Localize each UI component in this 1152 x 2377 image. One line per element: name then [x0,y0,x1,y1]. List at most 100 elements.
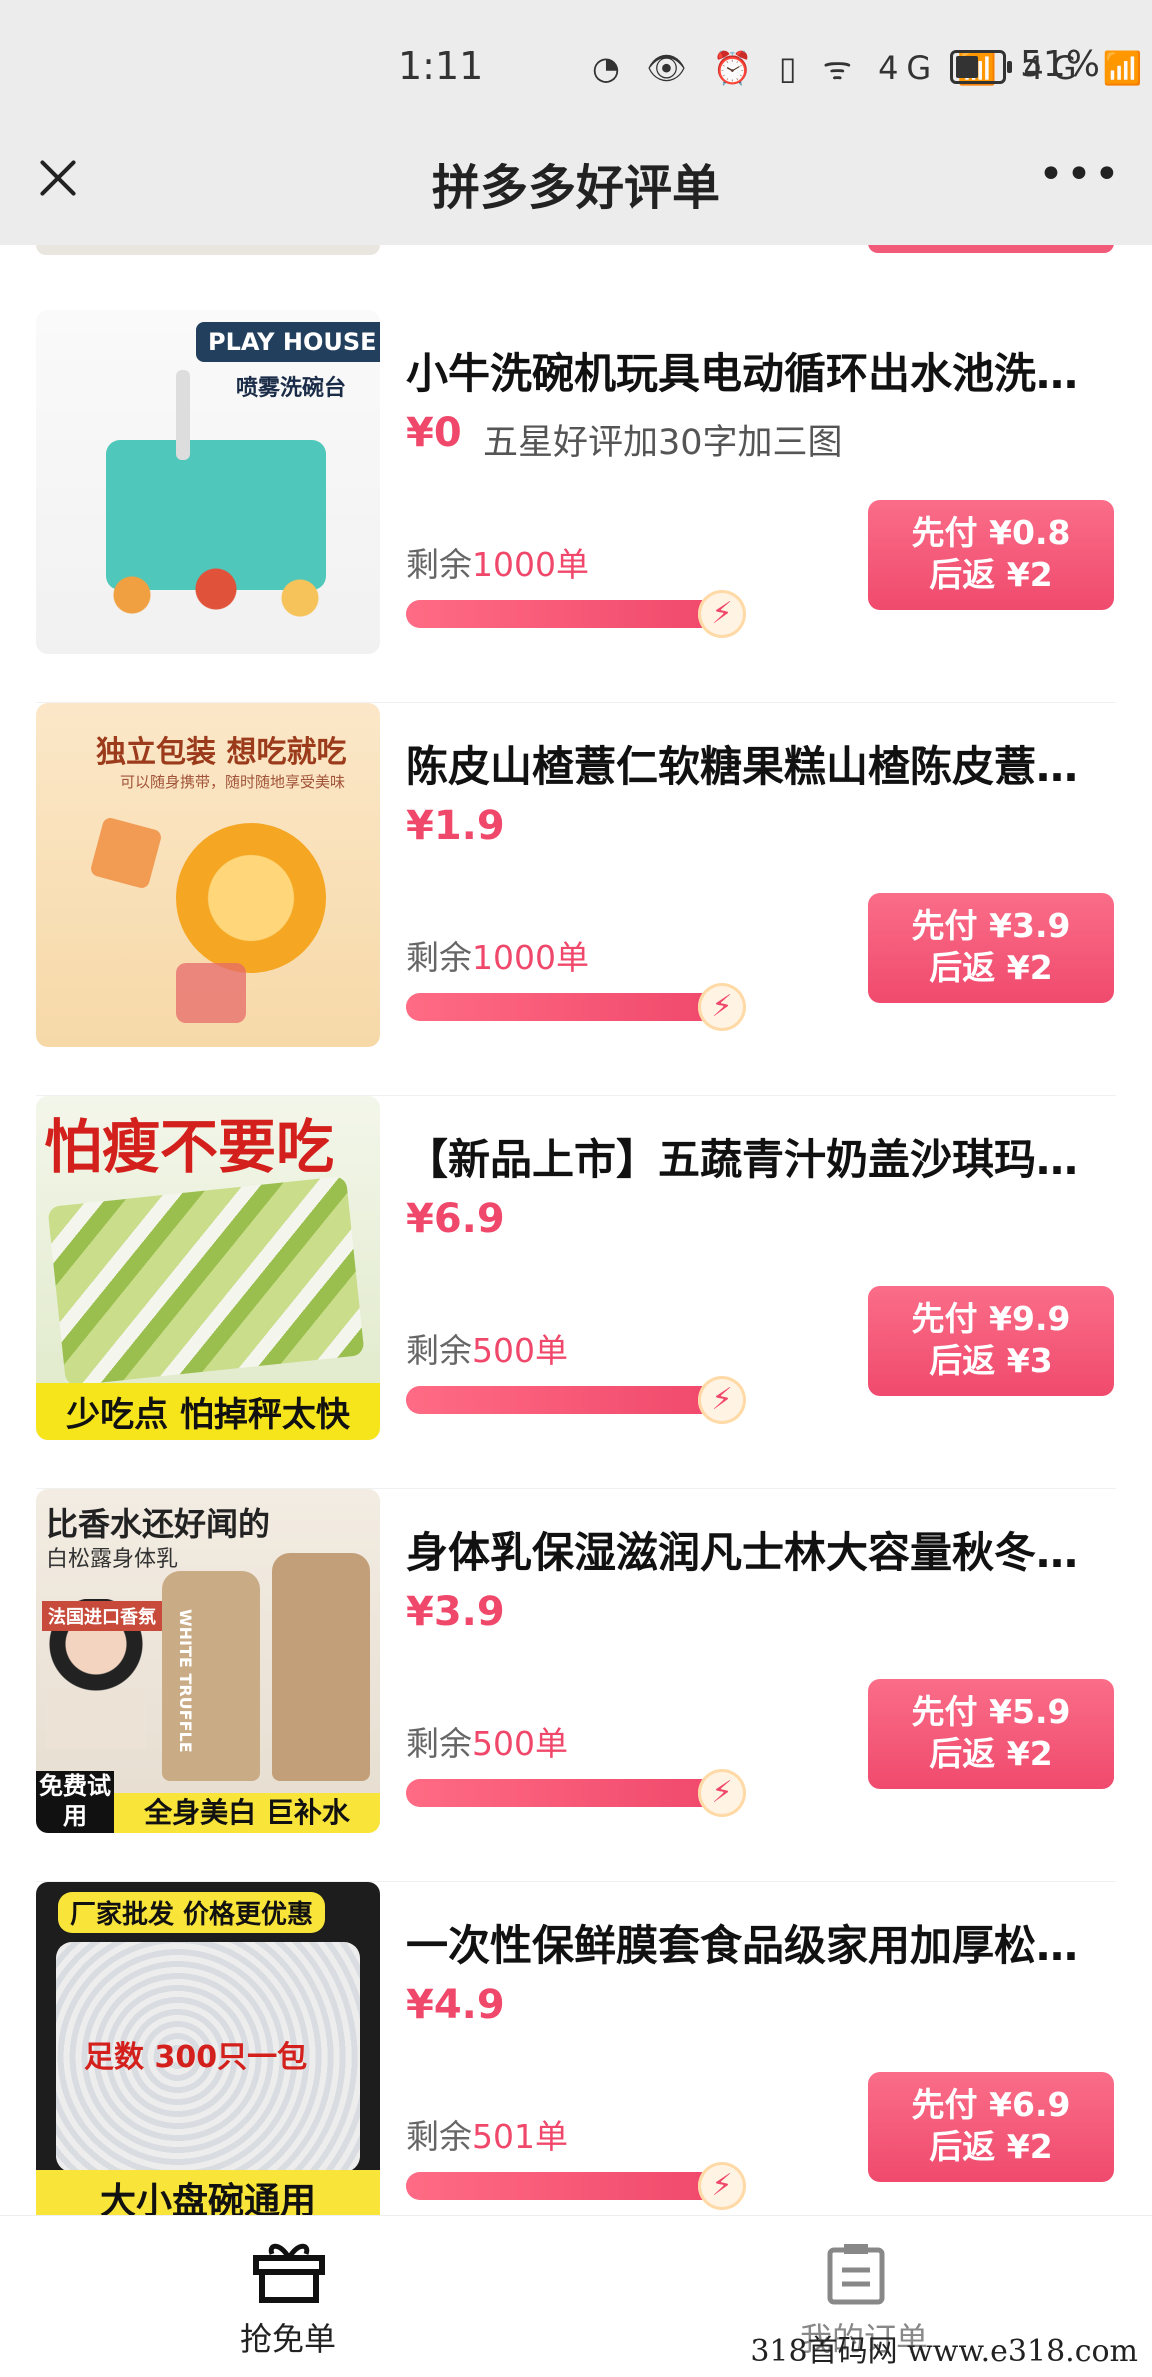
grab-order-button[interactable]: 先付 ¥3.9 后返 ¥2 [868,893,1114,1003]
lightning-icon: ⚡ [698,1376,746,1424]
product-name[interactable]: 一次性保鲜膜套食品级家用加厚松… [406,1912,1106,1973]
page-title: 拼多多好评单 [431,160,720,216]
thumb-tag: PLAY HOUSE [196,322,380,362]
orange-slice-shape [176,823,326,973]
lightning-icon: ⚡ [698,2162,746,2210]
product-name[interactable]: 身体乳保湿滋润凡士林大容量秋冬… [406,1519,1106,1580]
battery-percent: 51% [1020,44,1101,85]
thumb-tag: 大小盘碗通用 [36,2170,380,2215]
button-pay-label: 先付 ¥0.8 [911,513,1071,552]
thumb-tag: 法国进口香氛 [42,1601,162,1631]
list-item[interactable]: 厂家批发 价格更优惠 足数 300只一包 大小盘碗通用 一次性保鲜膜套食品级家用… [0,1882,1152,2215]
remaining-label: 剩余 [406,938,472,977]
thumb-tag: 少吃点 怕掉秤太快 [36,1383,380,1440]
product-price: ¥1.9 [406,803,505,849]
button-refund-label: 后返 ¥2 [929,948,1053,987]
grab-order-button[interactable]: 先付 ¥5.9 后返 ¥2 [868,1679,1114,1789]
progress-fill [406,2172,720,2200]
remaining-label: 剩余 [406,545,472,584]
remaining-count: 剩余500单 [406,1324,568,1372]
button-refund-label: 后返 ¥3 [929,1341,1053,1380]
button-refund-label: 后返 ¥2 [929,1734,1053,1773]
grab-order-button[interactable]: 先付 ¥9.9 后返 ¥3 [868,1286,1114,1396]
list-item[interactable]: 比香水还好闻的 白松露身体乳 法国进口香氛 WHITE TRUFFLE 免费试用… [0,1489,1152,1882]
toy-food-shapes [76,565,356,625]
progress-bar [406,993,736,1021]
top-bar: 1:11 ◔ 👁 ⏰ ▯ ᯤ 4G 📶 4G 📶 51% 拼多多好评单 ••• [0,0,1152,245]
list-item[interactable]: 独立包装 想吃就吃 可以随身携带，随时随地享受美味 陈皮山楂薏仁软糖果糕山楂陈皮… [0,703,1152,1096]
list-item[interactable]: 怕瘦不要吃 少吃点 怕掉秤太快 【新品上市】五蔬青汁奶盖沙琪玛… ¥6.9 剩余… [0,1096,1152,1489]
thumb-tag: 独立包装 想吃就吃 [96,735,347,770]
product-image[interactable]: 怕瘦不要吃 少吃点 怕掉秤太快 [36,1096,380,1440]
grab-order-button[interactable]: 先付 ¥0.8 后返 ¥2 [868,500,1114,610]
thumb-tag: 可以随身携带，随时随地享受美味 [120,773,346,791]
product-name[interactable]: 【新品上市】五蔬青汁奶盖沙琪玛… [406,1126,1106,1187]
status-bar: 1:11 ◔ 👁 ⏰ ▯ ᯤ 4G 📶 4G 📶 51% [0,40,1152,96]
candy-shape [89,816,163,890]
remaining-label: 剩余 [406,1724,472,1763]
lightning-icon: ⚡ [698,983,746,1031]
progress-bar [406,600,736,628]
previous-item-thumb-edge [36,245,380,255]
remaining-number: 501单 [472,2117,568,2156]
thumb-tag: 喷雾洗碗台 [236,376,347,401]
product-list[interactable]: PLAY HOUSE 喷雾洗碗台 小牛洗碗机玩具电动循环出水池洗… ¥0 五星好… [0,245,1152,2215]
previous-item-button-edge[interactable] [868,245,1114,253]
tab-grab-free-order[interactable]: 抢免单 [0,2216,576,2377]
sachima-shape [47,1175,365,1387]
button-pay-label: 先付 ¥3.9 [911,906,1071,945]
remaining-label: 剩余 [406,1331,472,1370]
progress-fill [406,600,720,628]
remaining-number: 1000单 [472,545,589,584]
tab-label: 抢免单 [239,2320,336,2358]
product-image[interactable]: 比香水还好闻的 白松露身体乳 法国进口香氛 WHITE TRUFFLE 免费试用… [36,1489,380,1833]
order-list-icon [827,2244,885,2305]
remaining-count: 剩余1000单 [406,538,589,586]
progress-fill [406,993,720,1021]
thumb-tag: 厂家批发 价格更优惠 [58,1892,326,1933]
progress-bar [406,1386,736,1414]
product-image[interactable]: 厂家批发 价格更优惠 足数 300只一包 大小盘碗通用 [36,1882,380,2215]
progress-bar [406,1779,736,1807]
bottle-shape [272,1553,370,1781]
product-price: ¥6.9 [406,1196,505,1242]
candy-shape [176,963,246,1023]
list-item[interactable]: PLAY HOUSE 喷雾洗碗台 小牛洗碗机玩具电动循环出水池洗… ¥0 五星好… [0,310,1152,703]
button-pay-label: 先付 ¥6.9 [911,2085,1071,2124]
progress-fill [406,1779,720,1807]
progress-bar [406,2172,736,2200]
battery-fill [956,56,979,78]
remaining-label: 剩余 [406,2117,472,2156]
thumb-tag: 白松露身体乳 [46,1547,179,1572]
thumb-tag: 全身美白 巨补水 [114,1793,380,1833]
product-image[interactable]: 独立包装 想吃就吃 可以随身携带，随时随地享受美味 [36,703,380,1047]
remaining-number: 1000单 [472,938,589,977]
gift-icon [253,2243,325,2303]
more-options-button[interactable]: ••• [1038,153,1120,197]
remaining-number: 500单 [472,1724,568,1763]
remaining-count: 剩余501单 [406,2110,568,2158]
progress-fill [406,1386,720,1414]
status-time: 1:11 [398,44,484,88]
remaining-count: 剩余500单 [406,1717,568,1765]
thumb-tag: 足数 300只一包 [84,2040,308,2075]
remaining-count: 剩余1000单 [406,931,589,979]
site-watermark: 318首码网 www.e318.com [750,2334,1138,2369]
grab-order-button[interactable]: 先付 ¥6.9 后返 ¥2 [868,2072,1114,2182]
product-name[interactable]: 小牛洗碗机玩具电动循环出水池洗… [406,340,1106,401]
thumb-tag: 比香水还好闻的 [46,1505,271,1543]
button-refund-label: 后返 ¥2 [929,555,1053,594]
battery-icon [950,50,1012,84]
faucet-shape [176,370,190,460]
product-price: ¥4.9 [406,1982,505,2028]
product-price: ¥3.9 [406,1589,505,1635]
button-refund-label: 后返 ¥2 [929,2127,1053,2166]
product-image[interactable]: PLAY HOUSE 喷雾洗碗台 [36,310,380,654]
thumb-tag: WHITE TRUFFLE [176,1609,195,1753]
thumb-tag: 免费试用 [36,1771,114,1833]
product-price: ¥0 [406,410,462,456]
button-pay-label: 先付 ¥9.9 [911,1299,1071,1338]
button-pay-label: 先付 ¥5.9 [911,1692,1071,1731]
remaining-number: 500单 [472,1331,568,1370]
product-name[interactable]: 陈皮山楂薏仁软糖果糕山楂陈皮薏… [406,733,1106,794]
